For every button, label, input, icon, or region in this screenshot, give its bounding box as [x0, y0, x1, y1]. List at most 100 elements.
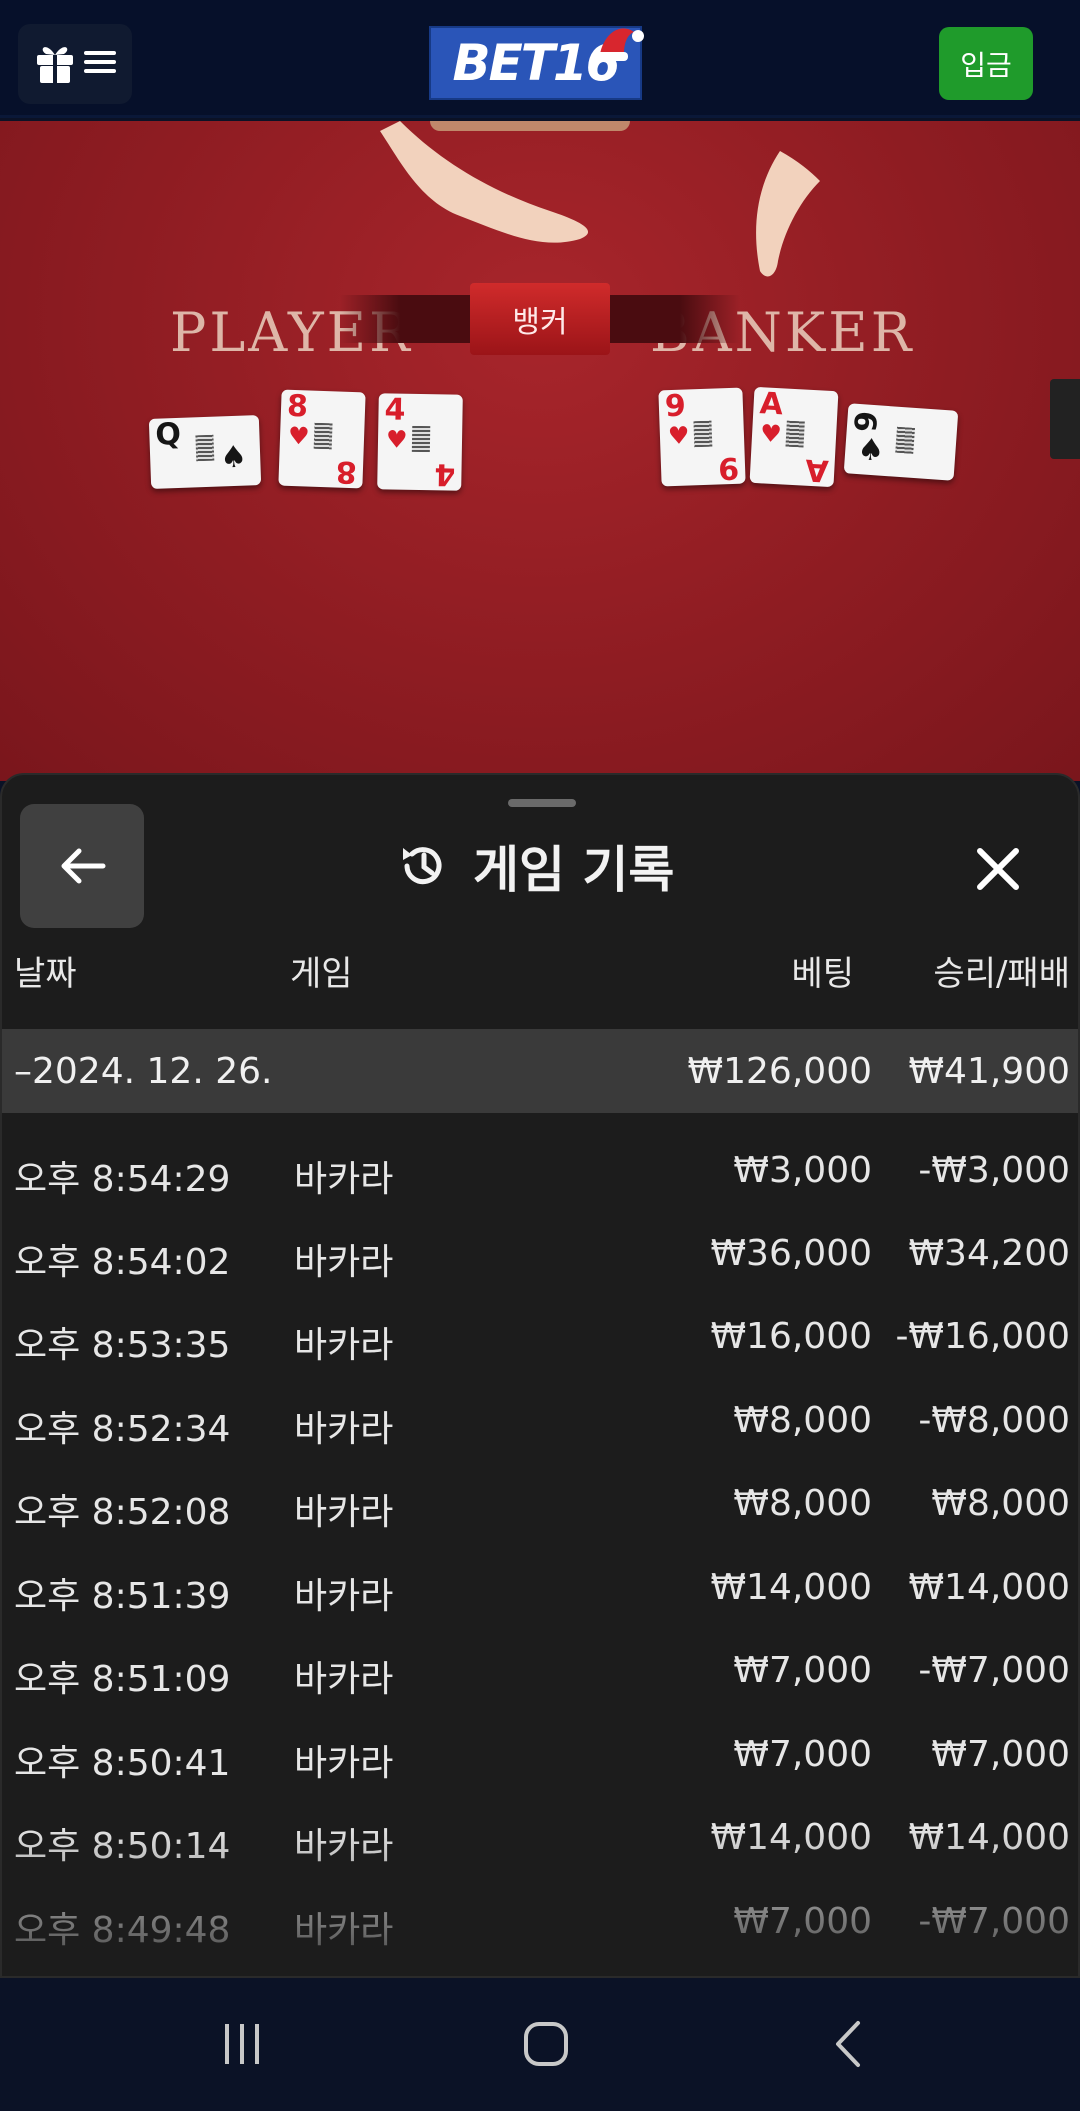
row-game: 바카라: [294, 1492, 394, 1533]
banker-card-1: 9 ♥ 9: [658, 387, 746, 487]
card-suit: ♥: [667, 421, 690, 451]
table-row[interactable]: 오후 8:53:35 바카라 ₩16,000 -₩16,000: [2, 1296, 1078, 1380]
card-suit: ♠: [219, 439, 248, 476]
row-time: 오후 8:51:39: [14, 1576, 231, 1617]
row-bet: ₩7,000: [733, 1901, 872, 1942]
row-game: 바카라: [294, 1409, 394, 1450]
row-bet: ₩14,000: [710, 1817, 872, 1858]
back-nav-button[interactable]: [820, 2016, 876, 2072]
sheet-drag-handle[interactable]: [508, 799, 576, 807]
card-rank: A: [758, 386, 784, 423]
date-group-result-total: ₩41,900: [908, 1051, 1070, 1092]
table-row[interactable]: 오후 8:54:02 바카라 ₩36,000 ₩34,200: [2, 1213, 1078, 1297]
row-bet: ₩8,000: [733, 1483, 872, 1524]
result-banner-label: 뱅커: [512, 305, 568, 340]
close-button[interactable]: [968, 839, 1028, 899]
row-game: 바카라: [294, 1242, 394, 1283]
card-barcode: [411, 425, 431, 453]
row-game: 바카라: [294, 1159, 394, 1200]
row-game: 바카라: [294, 1910, 394, 1951]
table-row[interactable]: 오후 8:52:34 바카라 ₩8,000 -₩8,000: [2, 1380, 1078, 1464]
gift-icon: [34, 39, 76, 89]
row-result: -₩8,000: [918, 1400, 1070, 1441]
game-history-sheet: 게임 기록 날짜 게임 베팅 승리/패배 –2024. 12. 26. ₩126…: [0, 773, 1080, 1978]
column-header-date[interactable]: 날짜: [14, 939, 77, 1001]
row-time: 오후 8:50:41: [14, 1743, 231, 1784]
android-nav-bar: [0, 1978, 1080, 2111]
row-game: 바카라: [294, 1743, 394, 1784]
recents-icon: [225, 2024, 259, 2064]
deposit-button[interactable]: 입금: [939, 27, 1033, 100]
row-bet: ₩8,000: [733, 1400, 872, 1441]
row-game: 바카라: [294, 1659, 394, 1700]
row-time: 오후 8:51:09: [14, 1659, 231, 1700]
row-time: 오후 8:53:35: [14, 1325, 231, 1366]
banker-card-2: A ♥ A: [749, 386, 839, 488]
row-time: 오후 8:52:34: [14, 1409, 231, 1450]
table-row[interactable]: 오후 8:50:14 바카라 ₩14,000 ₩14,000: [2, 1797, 1078, 1881]
back-button[interactable]: [20, 804, 144, 928]
card-rank-bottom: 9: [717, 449, 740, 486]
date-group-bet-total: ₩126,000: [687, 1051, 872, 1092]
player-card-1: Q ♠: [148, 415, 262, 489]
row-result: -₩16,000: [895, 1316, 1070, 1357]
table-row[interactable]: 오후 8:52:08 바카라 ₩8,000 ₩8,000: [2, 1463, 1078, 1547]
home-button[interactable]: [518, 2016, 574, 2072]
row-bet: ₩3,000: [733, 1150, 872, 1191]
table-row[interactable]: 오후 8:49:48 바카라 ₩7,000 -₩7,000: [2, 1881, 1078, 1965]
card-shoe: [1050, 379, 1080, 459]
row-bet: ₩36,000: [710, 1233, 872, 1274]
history-rows: 오후 8:54:29 바카라 ₩3,000 -₩3,000 오후 8:54:02…: [2, 1130, 1078, 1960]
banker-card-3: 6 ♠: [843, 403, 959, 481]
recents-button[interactable]: [214, 2016, 270, 2072]
row-result: ₩7,000: [931, 1734, 1070, 1775]
row-bet: ₩16,000: [710, 1316, 872, 1357]
column-header-game[interactable]: 게임: [290, 939, 353, 1001]
column-header-result[interactable]: 승리/패배: [933, 939, 1070, 1001]
game-video: PLAYER BANKER 뱅커 Q ♠ 8 ♥ 8 4 ♥ 4 9 ♥ 9 A…: [0, 121, 1080, 781]
card-suit: ♥: [287, 421, 311, 451]
player-card-2: 8 ♥ 8: [278, 389, 366, 489]
player-card-3: 4 ♥ 4: [377, 392, 463, 492]
row-result: ₩34,200: [908, 1233, 1070, 1274]
sheet-title: 게임 기록: [397, 831, 674, 901]
card-rank: 6: [846, 409, 883, 434]
home-icon: [524, 2022, 568, 2066]
row-game: 바카라: [294, 1576, 394, 1617]
column-header-bet[interactable]: 베팅: [791, 939, 854, 1001]
table-row[interactable]: 오후 8:51:39 바카라 ₩14,000 ₩14,000: [2, 1547, 1078, 1631]
row-result: ₩14,000: [908, 1817, 1070, 1858]
site-logo[interactable]: BET16: [429, 26, 644, 100]
card-rank: 9: [664, 388, 687, 425]
card-suit: ♥: [759, 419, 783, 449]
card-barcode: [693, 420, 713, 448]
row-result: ₩8,000: [931, 1483, 1070, 1524]
date-group-row[interactable]: –2024. 12. 26. ₩126,000 ₩41,900: [2, 1029, 1078, 1113]
row-result: -₩7,000: [918, 1650, 1070, 1691]
card-barcode: [785, 420, 805, 448]
row-time: 오후 8:54:29: [14, 1159, 231, 1200]
close-icon: [977, 848, 1019, 890]
row-time: 오후 8:49:48: [14, 1910, 231, 1951]
menu-button[interactable]: [18, 24, 132, 104]
card-rank-bottom: 4: [434, 456, 456, 492]
date-group-label: –2024. 12. 26.: [14, 1051, 273, 1092]
santa-hat-icon: [596, 28, 644, 61]
card-barcode: [895, 426, 916, 454]
card-rank: 4: [384, 392, 406, 428]
table-row[interactable]: 오후 8:51:09 바카라 ₩7,000 -₩7,000: [2, 1630, 1078, 1714]
row-game: 바카라: [294, 1826, 394, 1867]
card-rank: Q: [154, 416, 182, 453]
table-row[interactable]: 오후 8:54:29 바카라 ₩3,000 -₩3,000: [2, 1130, 1078, 1214]
row-bet: ₩14,000: [710, 1567, 872, 1608]
card-suit: ♥: [385, 425, 408, 454]
hamburger-icon: [84, 49, 116, 79]
back-nav-icon: [836, 2021, 860, 2067]
history-icon: [403, 847, 442, 885]
table-row[interactable]: 오후 8:50:41 바카라 ₩7,000 ₩7,000: [2, 1714, 1078, 1798]
row-time: 오후 8:52:08: [14, 1492, 231, 1533]
dealer-hands: [380, 121, 820, 277]
sheet-title-text: 게임 기록: [473, 841, 675, 899]
card-barcode: [195, 434, 215, 462]
result-banner: 뱅커: [340, 279, 740, 359]
